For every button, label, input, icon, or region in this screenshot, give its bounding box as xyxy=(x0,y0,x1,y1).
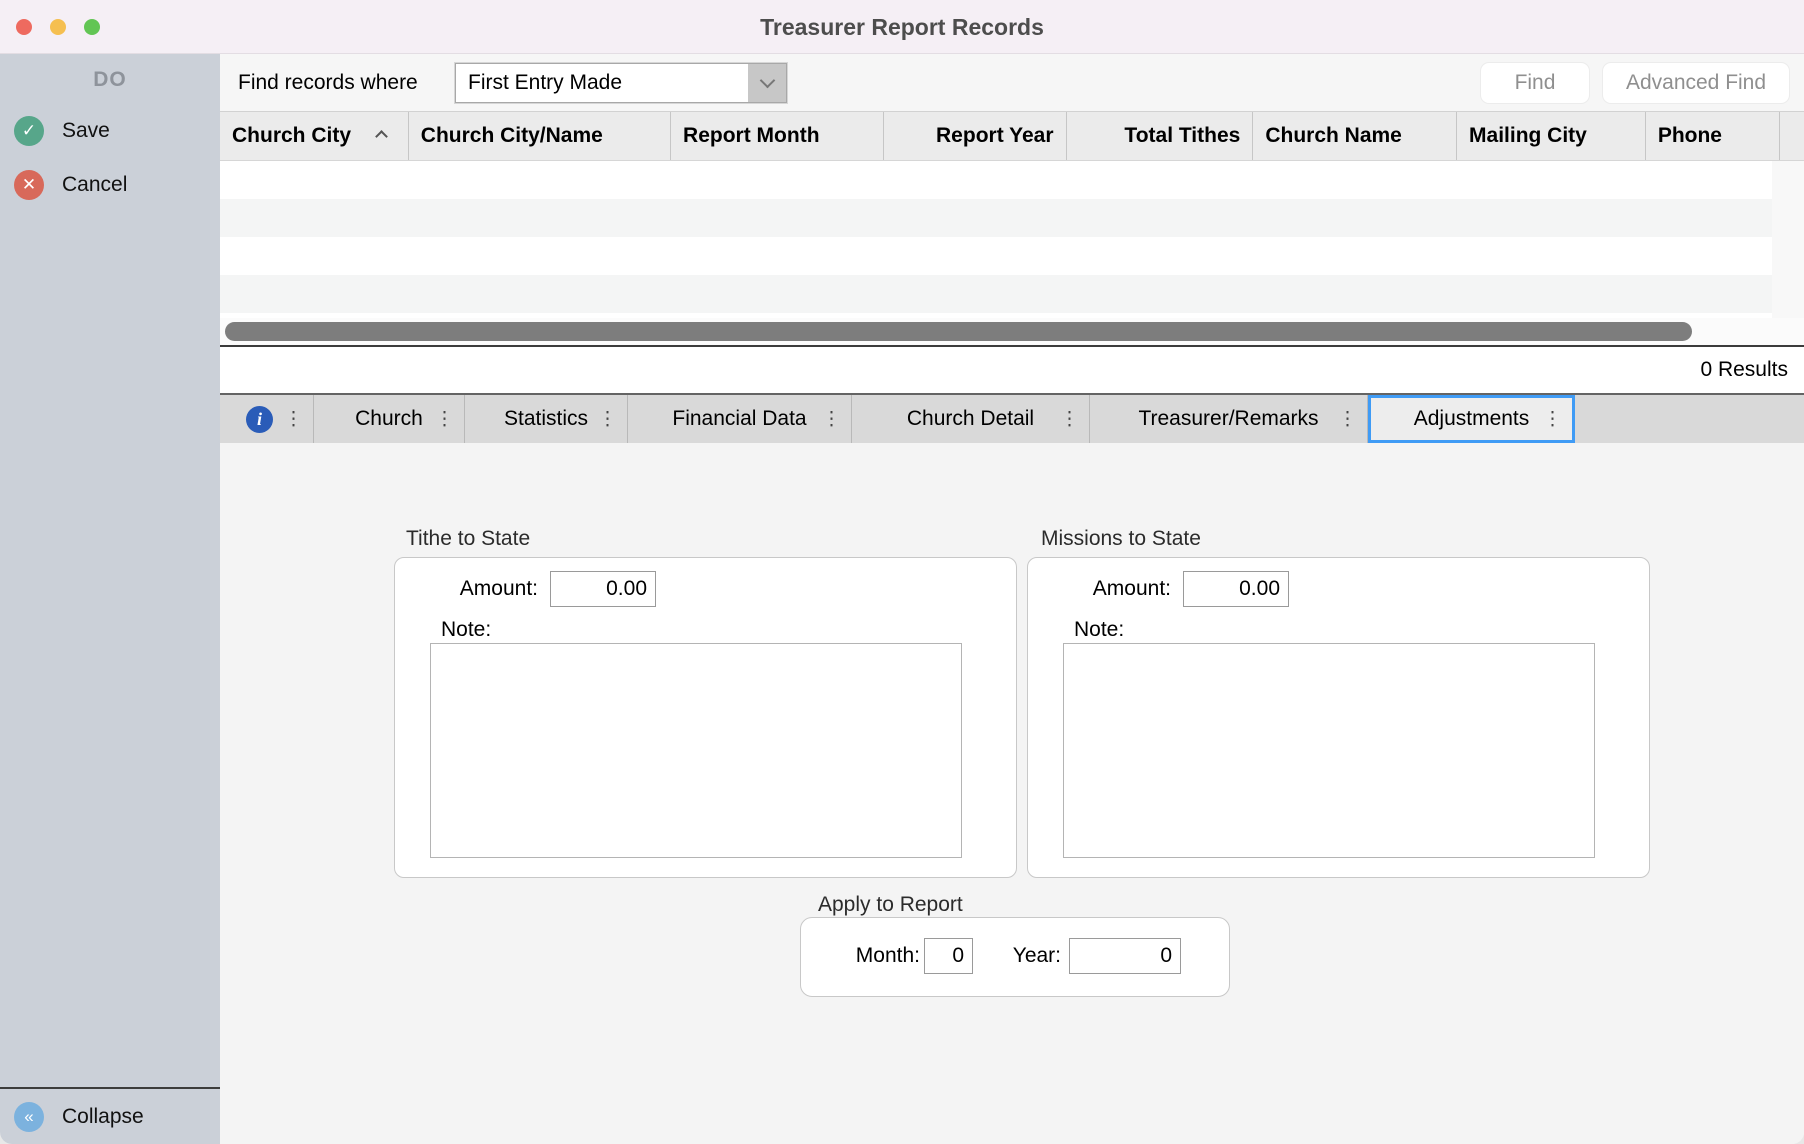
tab-treasurer-remarks[interactable]: Treasurer/Remarks ⋮ xyxy=(1090,395,1368,443)
tab-label: Statistics xyxy=(504,407,588,431)
save-check-icon: ✓ xyxy=(14,116,44,146)
tab-menu-kebab-icon[interactable]: ⋮ xyxy=(1338,410,1357,429)
column-header-mailing-city[interactable]: Mailing City xyxy=(1457,112,1646,160)
tab-menu-kebab-icon[interactable]: ⋮ xyxy=(598,410,617,429)
cancel-button-label: Cancel xyxy=(62,173,127,197)
advanced-find-button[interactable]: Advanced Find xyxy=(1602,62,1790,104)
apply-to-report-label: Apply to Report xyxy=(818,893,963,917)
app-window: Treasurer Report Records DO ✓ Save ✕ Can… xyxy=(0,0,1804,1144)
find-bar: Find records where First Entry Made Find… xyxy=(220,54,1804,111)
collapse-chevrons-icon: « xyxy=(14,1102,44,1132)
missions-amount-input[interactable] xyxy=(1183,571,1289,607)
missions-note-label: Note: xyxy=(1074,618,1124,642)
tithe-note-label: Note: xyxy=(441,618,491,642)
find-records-where-label: Find records where xyxy=(238,54,418,111)
tab-menu-kebab-icon[interactable]: ⋮ xyxy=(822,410,841,429)
sidebar-divider xyxy=(0,1087,220,1089)
tab-label: Treasurer/Remarks xyxy=(1138,407,1318,431)
table-row xyxy=(220,237,1772,275)
apply-to-report-panel: Month: Year: xyxy=(800,917,1230,997)
sidebar: DO ✓ Save ✕ Cancel « Collapse xyxy=(0,54,220,1144)
window-title: Treasurer Report Records xyxy=(0,0,1804,54)
tithe-to-state-label: Tithe to State xyxy=(406,527,530,551)
cancel-x-icon: ✕ xyxy=(14,170,44,200)
column-header-report-year[interactable]: Report Year xyxy=(884,112,1067,160)
tithe-amount-label: Amount: xyxy=(395,571,538,607)
vertical-scrollbar-track[interactable] xyxy=(1772,161,1804,318)
table-row xyxy=(220,161,1772,199)
column-header-church-city-name[interactable]: Church City/Name xyxy=(409,112,671,160)
tab-label: Church xyxy=(355,407,423,431)
sort-ascending-icon xyxy=(375,130,388,143)
tab-church-detail[interactable]: Church Detail ⋮ xyxy=(852,395,1090,443)
year-label: Year: xyxy=(981,938,1061,974)
tab-bar: i ⋮ Church ⋮ Statistics ⋮ Financial Data… xyxy=(220,393,1804,443)
missions-note-textarea[interactable] xyxy=(1063,643,1595,858)
tithe-to-state-panel: Amount: Note: xyxy=(394,557,1017,878)
sidebar-heading: DO xyxy=(0,68,220,92)
find-field-dropdown[interactable]: First Entry Made xyxy=(455,63,787,103)
table-row xyxy=(220,199,1772,237)
missions-amount-label: Amount: xyxy=(1028,571,1171,607)
collapse-sidebar-button[interactable]: « Collapse xyxy=(14,1102,144,1132)
table-row xyxy=(220,275,1772,313)
tab-label: Adjustments xyxy=(1414,407,1530,431)
column-header-filler xyxy=(1780,112,1804,160)
tab-bar-filler xyxy=(1575,395,1804,443)
chevron-down-icon xyxy=(759,73,775,89)
month-label: Month: xyxy=(801,938,920,974)
tab-menu-kebab-icon[interactable]: ⋮ xyxy=(1060,410,1079,429)
column-header-church-name[interactable]: Church Name xyxy=(1253,112,1457,160)
tab-label: Church Detail xyxy=(907,407,1034,431)
save-button-label: Save xyxy=(62,119,110,143)
month-input[interactable] xyxy=(924,938,973,974)
tab-info[interactable]: i ⋮ xyxy=(220,395,314,443)
collapse-button-label: Collapse xyxy=(62,1105,144,1129)
tab-statistics[interactable]: Statistics ⋮ xyxy=(465,395,628,443)
save-button[interactable]: ✓ Save xyxy=(14,116,110,146)
tab-menu-kebab-icon[interactable]: ⋮ xyxy=(1543,410,1562,429)
tab-church[interactable]: Church ⋮ xyxy=(314,395,465,443)
title-bar: Treasurer Report Records xyxy=(0,0,1804,54)
year-input[interactable] xyxy=(1069,938,1181,974)
tithe-note-textarea[interactable] xyxy=(430,643,962,858)
dropdown-arrow-button[interactable] xyxy=(748,64,786,102)
missions-to-state-panel: Amount: Note: xyxy=(1027,557,1650,878)
tab-financial-data[interactable]: Financial Data ⋮ xyxy=(628,395,852,443)
adjustments-panel: Tithe to State Amount: Note: Missions to… xyxy=(220,443,1804,1144)
info-icon[interactable]: i xyxy=(246,406,273,433)
tab-menu-kebab-icon[interactable]: ⋮ xyxy=(284,410,303,429)
records-list xyxy=(220,161,1772,318)
results-count: 0 Results xyxy=(220,347,1804,393)
missions-to-state-label: Missions to State xyxy=(1041,527,1201,551)
table-header-row: Church City Church City/Name Report Mont… xyxy=(220,111,1804,161)
tab-label: Financial Data xyxy=(672,407,806,431)
horizontal-scrollbar-thumb[interactable] xyxy=(225,322,1692,341)
tab-adjustments[interactable]: Adjustments ⋮ xyxy=(1368,395,1575,443)
find-field-dropdown-value: First Entry Made xyxy=(456,71,748,95)
column-header-report-month[interactable]: Report Month xyxy=(671,112,884,160)
tab-menu-kebab-icon[interactable]: ⋮ xyxy=(435,410,454,429)
tithe-amount-input[interactable] xyxy=(550,571,656,607)
horizontal-scrollbar-track[interactable] xyxy=(220,318,1804,345)
column-header-total-tithes[interactable]: Total Tithes xyxy=(1067,112,1254,160)
main-area: Find records where First Entry Made Find… xyxy=(220,54,1804,1144)
cancel-button[interactable]: ✕ Cancel xyxy=(14,170,127,200)
find-button[interactable]: Find xyxy=(1480,62,1590,104)
column-header-church-city[interactable]: Church City xyxy=(220,112,409,160)
column-header-phone[interactable]: Phone xyxy=(1646,112,1780,160)
